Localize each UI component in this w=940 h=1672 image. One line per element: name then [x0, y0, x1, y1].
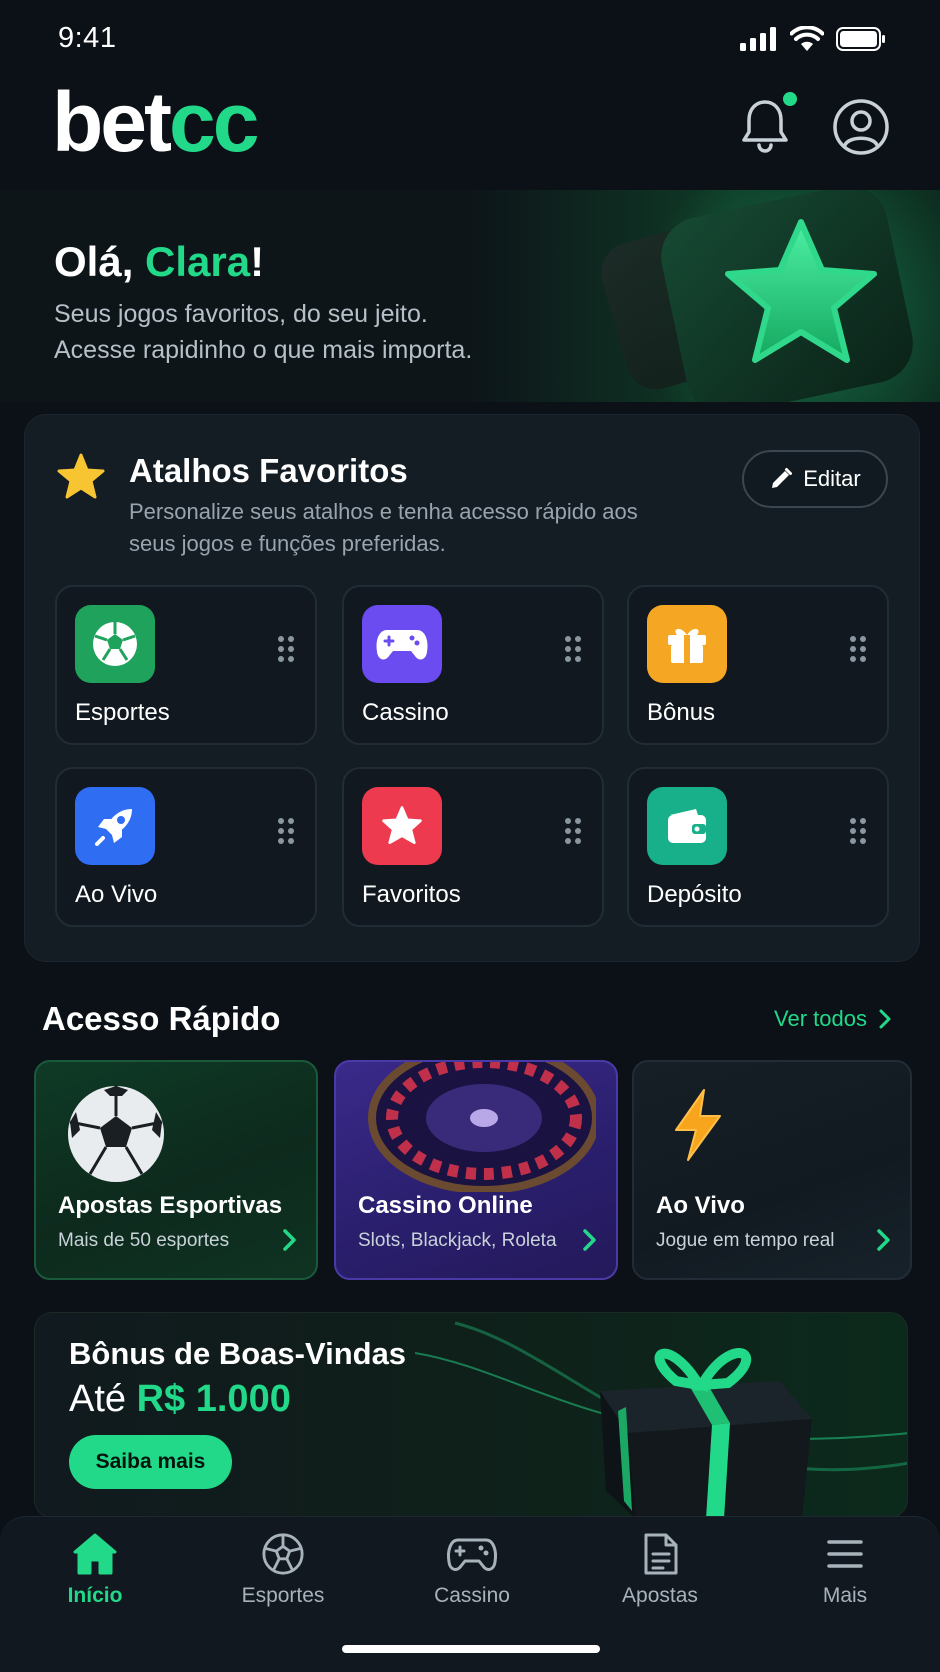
hero-subtitle-line2: Acesse rapidinho o que mais importa.	[54, 336, 473, 364]
quick-card-subtitle: Slots, Blackjack, Roleta	[358, 1230, 557, 1251]
status-icons	[740, 26, 886, 52]
star-icon	[57, 453, 105, 499]
shortcut-tile-deposito[interactable]: Depósito	[627, 767, 889, 927]
tile-label: Esportes	[75, 699, 170, 726]
nav-item-apostas[interactable]: Apostas	[595, 1532, 725, 1608]
bonus-prefix: Até	[69, 1378, 137, 1420]
hero-subtitle-line1: Seus jogos favoritos, do seu jeito.	[54, 300, 428, 328]
wifi-icon	[790, 26, 824, 51]
shortcut-tile-ao-vivo[interactable]: Ao Vivo	[55, 767, 317, 927]
quick-access-title: Acesso Rápido	[42, 1000, 281, 1037]
chevron-right-icon	[583, 1229, 596, 1251]
gamepad-icon	[362, 605, 442, 683]
hero-greeting: Olá, Clara!	[54, 238, 264, 286]
edit-button[interactable]: Editar	[742, 450, 888, 508]
drag-handle-icon[interactable]	[564, 817, 582, 845]
learn-more-button[interactable]: Saiba mais	[69, 1435, 232, 1489]
notification-bell-icon[interactable]	[740, 98, 790, 154]
home-icon	[73, 1533, 117, 1575]
hero-subtitle: Seus jogos favoritos, do seu jeito. Aces…	[54, 296, 472, 368]
bonus-amount-line: Até R$ 1.000	[69, 1378, 291, 1421]
rocket-icon	[75, 787, 155, 865]
tile-label: Depósito	[647, 881, 742, 908]
chevron-right-icon	[879, 1009, 891, 1029]
user-name: Clara	[145, 238, 251, 285]
hero-star-icon	[725, 219, 877, 363]
favorites-title: Atalhos Favoritos	[129, 452, 408, 489]
shortcut-tile-bonus[interactable]: Bônus	[627, 585, 889, 745]
nav-item-esportes[interactable]: Esportes	[218, 1532, 348, 1608]
gift-icon	[647, 605, 727, 683]
quick-card-subtitle: Jogue em tempo real	[656, 1230, 835, 1251]
menu-icon	[827, 1540, 863, 1568]
bonus-amount: R$ 1.000	[136, 1378, 291, 1420]
star-icon	[362, 787, 442, 865]
gift-box-icon	[600, 1348, 812, 1517]
home-indicator[interactable]	[342, 1645, 600, 1653]
logo-text-cc: cc	[169, 75, 259, 169]
nav-label: Início	[67, 1584, 123, 1607]
nav-item-cassino[interactable]: Cassino	[407, 1532, 537, 1608]
edit-label: Editar	[803, 466, 861, 491]
nav-item-mais[interactable]: Mais	[780, 1532, 910, 1608]
tile-label: Bônus	[647, 699, 716, 726]
quick-card-title: Apostas Esportivas	[58, 1192, 283, 1219]
status-time: 9:41	[58, 22, 117, 54]
quick-card-title: Ao Vivo	[656, 1192, 745, 1219]
favorites-description: Personalize seus atalhos e tenha acesso …	[129, 499, 638, 556]
pencil-icon	[772, 468, 793, 488]
tile-label: Cassino	[362, 699, 449, 726]
nav-label: Cassino	[434, 1584, 510, 1607]
soccer-ball-icon	[68, 1086, 164, 1182]
drag-handle-icon[interactable]	[849, 817, 867, 845]
profile-icon[interactable]	[832, 98, 890, 156]
see-all-link[interactable]: Ver todos	[774, 1006, 891, 1032]
document-icon	[644, 1533, 678, 1575]
quick-card-live[interactable]: Ao Vivo Jogue em tempo real	[632, 1060, 912, 1280]
see-all-label: Ver todos	[774, 1006, 867, 1031]
roulette-wheel-icon	[368, 1062, 596, 1192]
greeting-suffix: !	[250, 238, 265, 285]
hero-banner: Olá, Clara! Seus jogos favoritos, do seu…	[0, 190, 940, 402]
bonus-title: Bônus de Boas-Vindas	[69, 1336, 407, 1371]
quick-card-casino[interactable]: Cassino Online Slots, Blackjack, Roleta	[334, 1060, 618, 1280]
quick-card-subtitle: Mais de 50 esportes	[58, 1230, 230, 1251]
shortcut-tile-esportes[interactable]: Esportes	[55, 585, 317, 745]
shortcut-tile-cassino[interactable]: Cassino	[342, 585, 604, 745]
chevron-right-icon	[283, 1229, 296, 1251]
wallet-icon	[647, 787, 727, 865]
nav-item-inicio[interactable]: Início	[30, 1532, 160, 1608]
quick-card-sports[interactable]: Apostas Esportivas Mais de 50 esportes	[34, 1060, 318, 1280]
nav-label: Apostas	[622, 1584, 698, 1607]
quick-card-title: Cassino Online	[358, 1192, 533, 1219]
nav-label: Mais	[822, 1584, 868, 1607]
drag-handle-icon[interactable]	[849, 635, 867, 663]
signal-icon	[740, 27, 776, 51]
notification-dot	[783, 92, 797, 106]
chevron-right-icon	[877, 1229, 890, 1251]
nav-label: Esportes	[241, 1584, 325, 1607]
tile-label: Favoritos	[362, 881, 461, 908]
lightning-icon	[675, 1089, 721, 1161]
shortcut-tile-favoritos[interactable]: Favoritos	[342, 767, 604, 927]
logo-text-bet: bet	[52, 75, 172, 169]
drag-handle-icon[interactable]	[277, 817, 295, 845]
greeting-prefix: Olá,	[54, 238, 146, 285]
gamepad-icon	[447, 1538, 497, 1571]
soccer-ball-icon	[75, 605, 155, 683]
tile-label: Ao Vivo	[75, 881, 158, 908]
drag-handle-icon[interactable]	[564, 635, 582, 663]
drag-handle-icon[interactable]	[277, 635, 295, 663]
brand-logo[interactable]: betcc	[52, 80, 259, 164]
soccer-ball-icon	[262, 1533, 304, 1575]
battery-icon	[836, 27, 885, 51]
